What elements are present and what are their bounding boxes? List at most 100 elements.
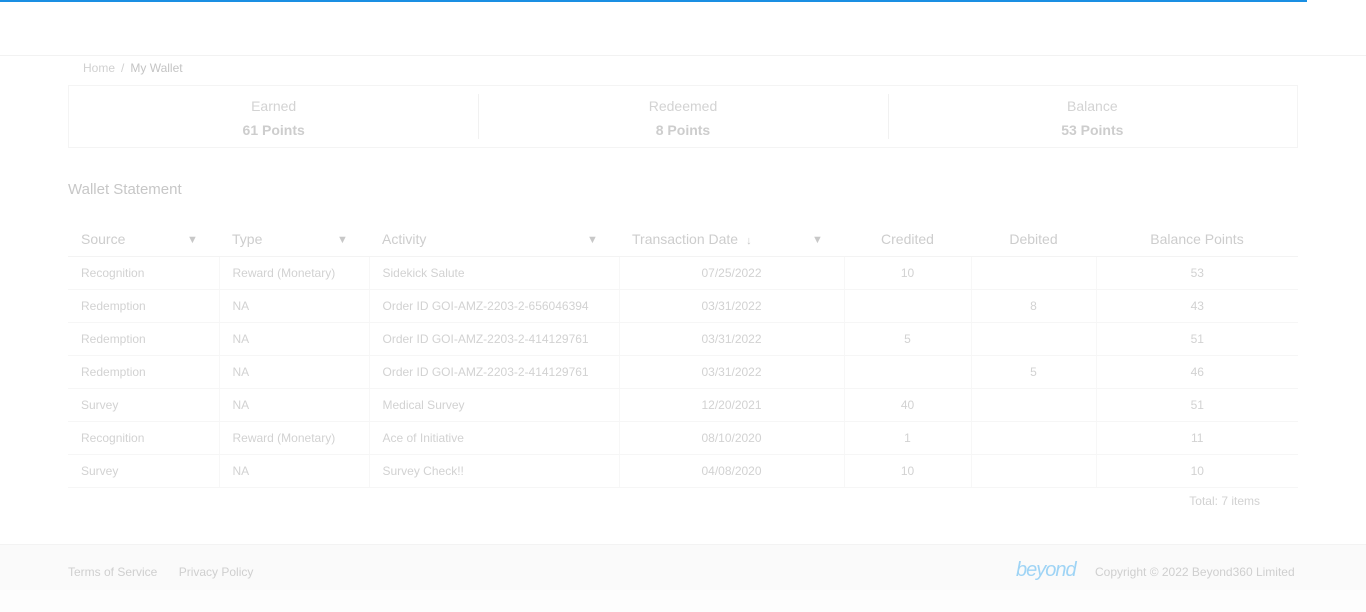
cell-activity: Order ID GOI-AMZ-2203-2-414129761 xyxy=(368,322,619,356)
summary-redeemed-value: 8 Points xyxy=(655,122,711,138)
footer-links: Terms of Service Privacy Policy xyxy=(68,565,271,579)
summary-balance-label: Balance xyxy=(1067,98,1118,114)
sort-down-icon[interactable]: ↓ xyxy=(746,235,752,247)
cell-balance: 46 xyxy=(1095,355,1298,389)
column-header-type[interactable]: Type ▼ xyxy=(219,222,369,257)
cell-type: Reward (Monetary) xyxy=(218,256,369,290)
column-header-source-label: Source xyxy=(81,231,126,247)
beyond-logo: beyond xyxy=(1016,559,1077,581)
cell-credited: 40 xyxy=(843,388,971,422)
cell-debited xyxy=(970,388,1096,422)
cell-credited xyxy=(843,289,971,323)
filter-icon[interactable]: ▼ xyxy=(187,234,199,246)
cell-type: NA xyxy=(218,322,369,356)
table-row: Survey NA Medical Survey 12/20/2021 40 5… xyxy=(68,388,1298,422)
cell-date: 08/10/2020 xyxy=(618,421,844,455)
cell-source: Redemption xyxy=(68,322,219,356)
cell-source: Redemption xyxy=(68,289,219,323)
filter-icon[interactable]: ▼ xyxy=(812,234,824,246)
summary-earned-value: 61 Points xyxy=(242,122,305,138)
breadcrumb-home-link[interactable]: Home xyxy=(83,61,115,75)
column-header-source[interactable]: Source ▼ xyxy=(68,222,219,257)
breadcrumb-separator: / xyxy=(121,61,125,75)
cell-source: Survey xyxy=(68,454,219,488)
cell-source: Recognition xyxy=(68,421,219,455)
cell-debited: 5 xyxy=(970,355,1096,389)
cell-date: 03/31/2022 xyxy=(618,289,844,323)
column-header-balance-label: Balance Points xyxy=(1150,231,1244,247)
wallet-statement-table: Source ▼ Type ▼ Activity ▼ Transaction Date… xyxy=(68,222,1298,488)
terms-of-service-link[interactable]: Terms of Service xyxy=(68,565,157,579)
cell-credited: 5 xyxy=(843,322,971,356)
table-header-row: Source ▼ Type ▼ Activity ▼ Transaction Date… xyxy=(68,222,1298,257)
filter-icon[interactable]: ▼ xyxy=(337,234,349,246)
cell-debited xyxy=(970,322,1096,356)
cell-balance: 53 xyxy=(1095,256,1298,290)
page-footer: Terms of Service Privacy Policy beyond C… xyxy=(0,544,1366,591)
points-summary: Earned 61 Points Redeemed 8 Points Balan… xyxy=(68,85,1298,148)
table-row: Redemption NA Order ID GOI-AMZ-2203-2-41… xyxy=(68,355,1298,389)
column-header-activity[interactable]: Activity ▼ xyxy=(369,222,619,257)
cell-type: Reward (Monetary) xyxy=(218,421,369,455)
cell-date: 07/25/2022 xyxy=(618,256,844,290)
column-header-activity-label: Activity xyxy=(382,231,427,247)
cell-type: NA xyxy=(218,454,369,488)
cell-balance: 51 xyxy=(1095,322,1298,356)
column-header-debited[interactable]: Debited xyxy=(971,222,1096,257)
cell-source: Recognition xyxy=(68,256,219,290)
cell-type: NA xyxy=(218,355,369,389)
cell-balance: 51 xyxy=(1095,388,1298,422)
cell-activity: Ace of Initiative xyxy=(368,421,619,455)
table-row: Recognition Reward (Monetary) Sidekick S… xyxy=(68,256,1298,290)
cell-credited xyxy=(843,355,971,389)
summary-earned: Earned 61 Points xyxy=(69,86,478,147)
table-row: Redemption NA Order ID GOI-AMZ-2203-2-65… xyxy=(68,289,1298,323)
table-row: Redemption NA Order ID GOI-AMZ-2203-2-41… xyxy=(68,322,1298,356)
table-total-count: Total: 7 items xyxy=(1189,494,1260,508)
cell-activity: Medical Survey xyxy=(368,388,619,422)
column-header-debited-label: Debited xyxy=(1009,231,1058,247)
cell-balance: 10 xyxy=(1095,454,1298,488)
table-row: Recognition Reward (Monetary) Ace of Ini… xyxy=(68,421,1298,455)
column-header-credited[interactable]: Credited xyxy=(844,222,971,257)
cell-date: 03/31/2022 xyxy=(618,322,844,356)
privacy-policy-link[interactable]: Privacy Policy xyxy=(179,565,254,579)
cell-debited: 8 xyxy=(970,289,1096,323)
top-header xyxy=(0,2,1366,56)
summary-redeemed-label: Redeemed xyxy=(648,98,718,114)
cell-debited xyxy=(970,421,1096,455)
cell-date: 03/31/2022 xyxy=(618,355,844,389)
cell-activity: Survey Check!! xyxy=(368,454,619,488)
wallet-statement-title: Wallet Statement xyxy=(68,181,182,198)
cell-type: NA xyxy=(218,388,369,422)
column-header-type-label: Type xyxy=(232,231,263,247)
cell-balance: 11 xyxy=(1095,421,1298,455)
cell-credited: 10 xyxy=(843,454,971,488)
cell-debited xyxy=(970,256,1096,290)
column-header-credited-label: Credited xyxy=(881,231,934,247)
summary-balance: Balance 53 Points xyxy=(887,86,1297,147)
cell-credited: 1 xyxy=(843,421,971,455)
summary-redeemed: Redeemed 8 Points xyxy=(478,86,887,147)
copyright-text: Copyright © 2022 Beyond360 Limited xyxy=(1095,565,1295,579)
cell-source: Survey xyxy=(68,388,219,422)
cell-activity: Order ID GOI-AMZ-2203-2-656046394 xyxy=(368,289,619,323)
breadcrumb: Home / My Wallet xyxy=(83,61,183,75)
filter-icon[interactable]: ▼ xyxy=(587,234,599,246)
cell-date: 12/20/2021 xyxy=(618,388,844,422)
column-header-balance-points[interactable]: Balance Points xyxy=(1096,222,1298,257)
cell-date: 04/08/2020 xyxy=(618,454,844,488)
cell-activity: Order ID GOI-AMZ-2203-2-414129761 xyxy=(368,355,619,389)
column-header-transaction-date[interactable]: Transaction Date ↓ ▼ xyxy=(619,222,844,257)
cell-debited xyxy=(970,454,1096,488)
cell-source: Redemption xyxy=(68,355,219,389)
breadcrumb-current: My Wallet xyxy=(130,61,183,75)
cell-credited: 10 xyxy=(843,256,971,290)
table-row: Survey NA Survey Check!! 04/08/2020 10 1… xyxy=(68,454,1298,488)
cell-type: NA xyxy=(218,289,369,323)
column-header-date-label: Transaction Date xyxy=(632,231,739,247)
summary-balance-value: 53 Points xyxy=(1061,122,1124,138)
cell-balance: 43 xyxy=(1095,289,1298,323)
summary-earned-label: Earned xyxy=(251,98,297,114)
cell-activity: Sidekick Salute xyxy=(368,256,619,290)
